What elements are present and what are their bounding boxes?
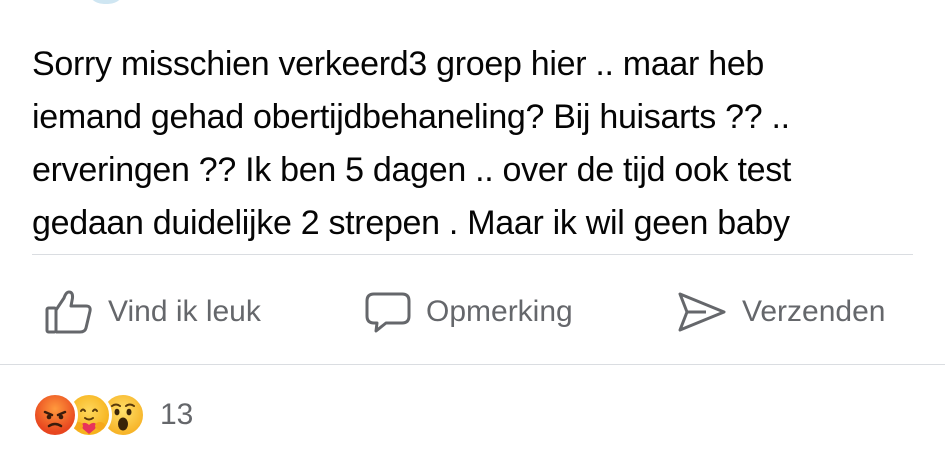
comment-bubble-icon [365,292,411,333]
like-button[interactable]: Vind ik leuk [44,280,261,344]
reaction-count: 13 [160,398,194,431]
thumbs-up-icon [45,290,92,334]
avatar[interactable] [86,0,126,4]
send-button[interactable]: Verzenden [676,280,885,344]
post-text: Sorry misschien verkeerd3 groep hier .. … [32,38,922,250]
post-text-line: Sorry misschien verkeerd3 groep hier .. … [32,45,765,83]
reaction-summary[interactable]: 13 [32,390,193,440]
comment-label: Opmerking [426,295,573,328]
post-text-line: gedaan duidelijke 2 strepen . Maar ik wi… [32,204,790,242]
like-label: Vind ik leuk [108,295,261,328]
comment-button[interactable]: Opmerking [364,280,573,344]
divider [0,364,945,365]
send-label: Verzenden [742,295,886,328]
divider [32,254,913,255]
angry-emoji-icon [32,392,78,438]
action-bar: Vind ik leuk Opmerking Verzenden [0,280,945,344]
post-text-line: iemand gehad obertijdbehaneling? Bij hui… [32,98,790,136]
post-text-line: erveringen ?? Ik ben 5 dagen .. over de … [32,151,792,189]
send-arrow-icon [678,292,726,332]
